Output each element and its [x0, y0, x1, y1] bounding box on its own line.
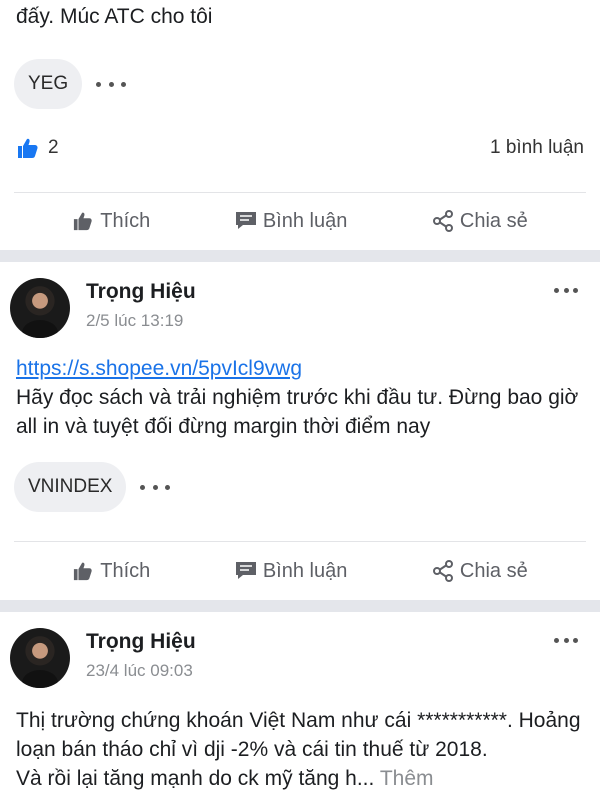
author-block: Trọng Hiệu 23/4 lúc 09:03	[86, 628, 196, 681]
thumbs-up-icon	[18, 138, 38, 158]
more-dots-icon[interactable]	[554, 288, 578, 293]
comment-label: Bình luận	[262, 559, 348, 582]
post-1-tag-row: YEG	[0, 57, 140, 111]
post-time[interactable]: 2/5 lúc 13:19	[86, 311, 196, 331]
post-1-text-tail: đấy. Múc ATC cho tôi	[16, 5, 213, 28]
avatar[interactable]	[10, 278, 70, 338]
post-3: Trọng Hiệu 23/4 lúc 09:03 Thị trường chứ…	[0, 612, 600, 800]
post-1-actions: Thích Bình luận Chia sẻ	[0, 192, 600, 250]
tag-chip-vnindex[interactable]: VNINDEX	[14, 462, 127, 512]
post-2-text: Hãy đọc sách và trải nghiệm trước khi đầ…	[16, 386, 579, 438]
share-label: Chia sẻ	[459, 559, 528, 582]
post-2: Trọng Hiệu 2/5 lúc 13:19 https://s.shope…	[0, 262, 600, 600]
tag-chip-yeg[interactable]: YEG	[14, 59, 83, 109]
post-2-header: Trọng Hiệu 2/5 lúc 13:19	[0, 262, 600, 338]
like-label: Thích	[100, 559, 151, 582]
see-more-link[interactable]: Thêm	[380, 767, 434, 790]
author-name[interactable]: Trọng Hiệu	[86, 630, 196, 654]
post-1-text: đấy. Múc ATC cho tôi	[0, 2, 600, 31]
more-dots-icon[interactable]	[554, 638, 578, 643]
tag-more-icon[interactable]	[140, 482, 171, 492]
share-button[interactable]: Chia sẻ	[432, 210, 528, 233]
like-button[interactable]: Thích	[72, 210, 150, 233]
post-3-text: Thị trường chứng khoán Việt Nam như cái …	[16, 709, 581, 761]
tag-more-icon[interactable]	[96, 79, 127, 89]
like-count: 2	[48, 137, 59, 158]
comment-bubble-icon	[235, 562, 256, 579]
post-2-tag-row: VNINDEX	[0, 460, 184, 514]
post-3-header: Trọng Hiệu 23/4 lúc 09:03	[0, 612, 600, 688]
post-3-text-cut: Và rồi lại tăng mạnh do ck mỹ tăng h... …	[16, 764, 584, 793]
comment-label: Bình luận	[262, 209, 348, 232]
post-2-actions: Thích Bình luận Chia sẻ	[0, 542, 600, 600]
avatar[interactable]	[10, 628, 70, 688]
comment-button[interactable]: Bình luận	[235, 209, 348, 233]
author-name[interactable]: Trọng Hiệu	[86, 280, 196, 304]
author-block: Trọng Hiệu 2/5 lúc 13:19	[86, 278, 196, 331]
post-link[interactable]: https://s.shopee.vn/5pvIcl9vwg	[16, 354, 584, 383]
post-3-body: Thị trường chứng khoán Việt Nam như cái …	[0, 706, 600, 793]
post-time[interactable]: 23/4 lúc 09:03	[86, 661, 196, 681]
post-3-text-cut-content: Và rồi lại tăng mạnh do ck mỹ tăng h...	[16, 767, 375, 790]
like-button[interactable]: Thích	[72, 560, 150, 583]
post-1: đấy. Múc ATC cho tôi YEG 2 1 bình luận T…	[0, 0, 600, 250]
post-separator	[0, 600, 600, 612]
post-separator	[0, 250, 600, 262]
comment-count[interactable]: 1 bình luận	[490, 137, 584, 159]
like-summary[interactable]: 2	[16, 137, 59, 159]
comment-bubble-icon	[235, 212, 256, 229]
comment-button[interactable]: Bình luận	[235, 559, 348, 583]
share-label: Chia sẻ	[459, 209, 528, 232]
thumbs-up-icon	[74, 562, 92, 581]
post-1-reactions: 2 1 bình luận	[0, 126, 600, 170]
share-icon	[432, 210, 453, 232]
like-label: Thích	[100, 209, 151, 232]
post-2-body: https://s.shopee.vn/5pvIcl9vwg Hãy đọc s…	[0, 354, 600, 441]
share-button[interactable]: Chia sẻ	[432, 560, 528, 583]
share-icon	[432, 560, 453, 582]
thumbs-up-icon	[74, 212, 92, 231]
